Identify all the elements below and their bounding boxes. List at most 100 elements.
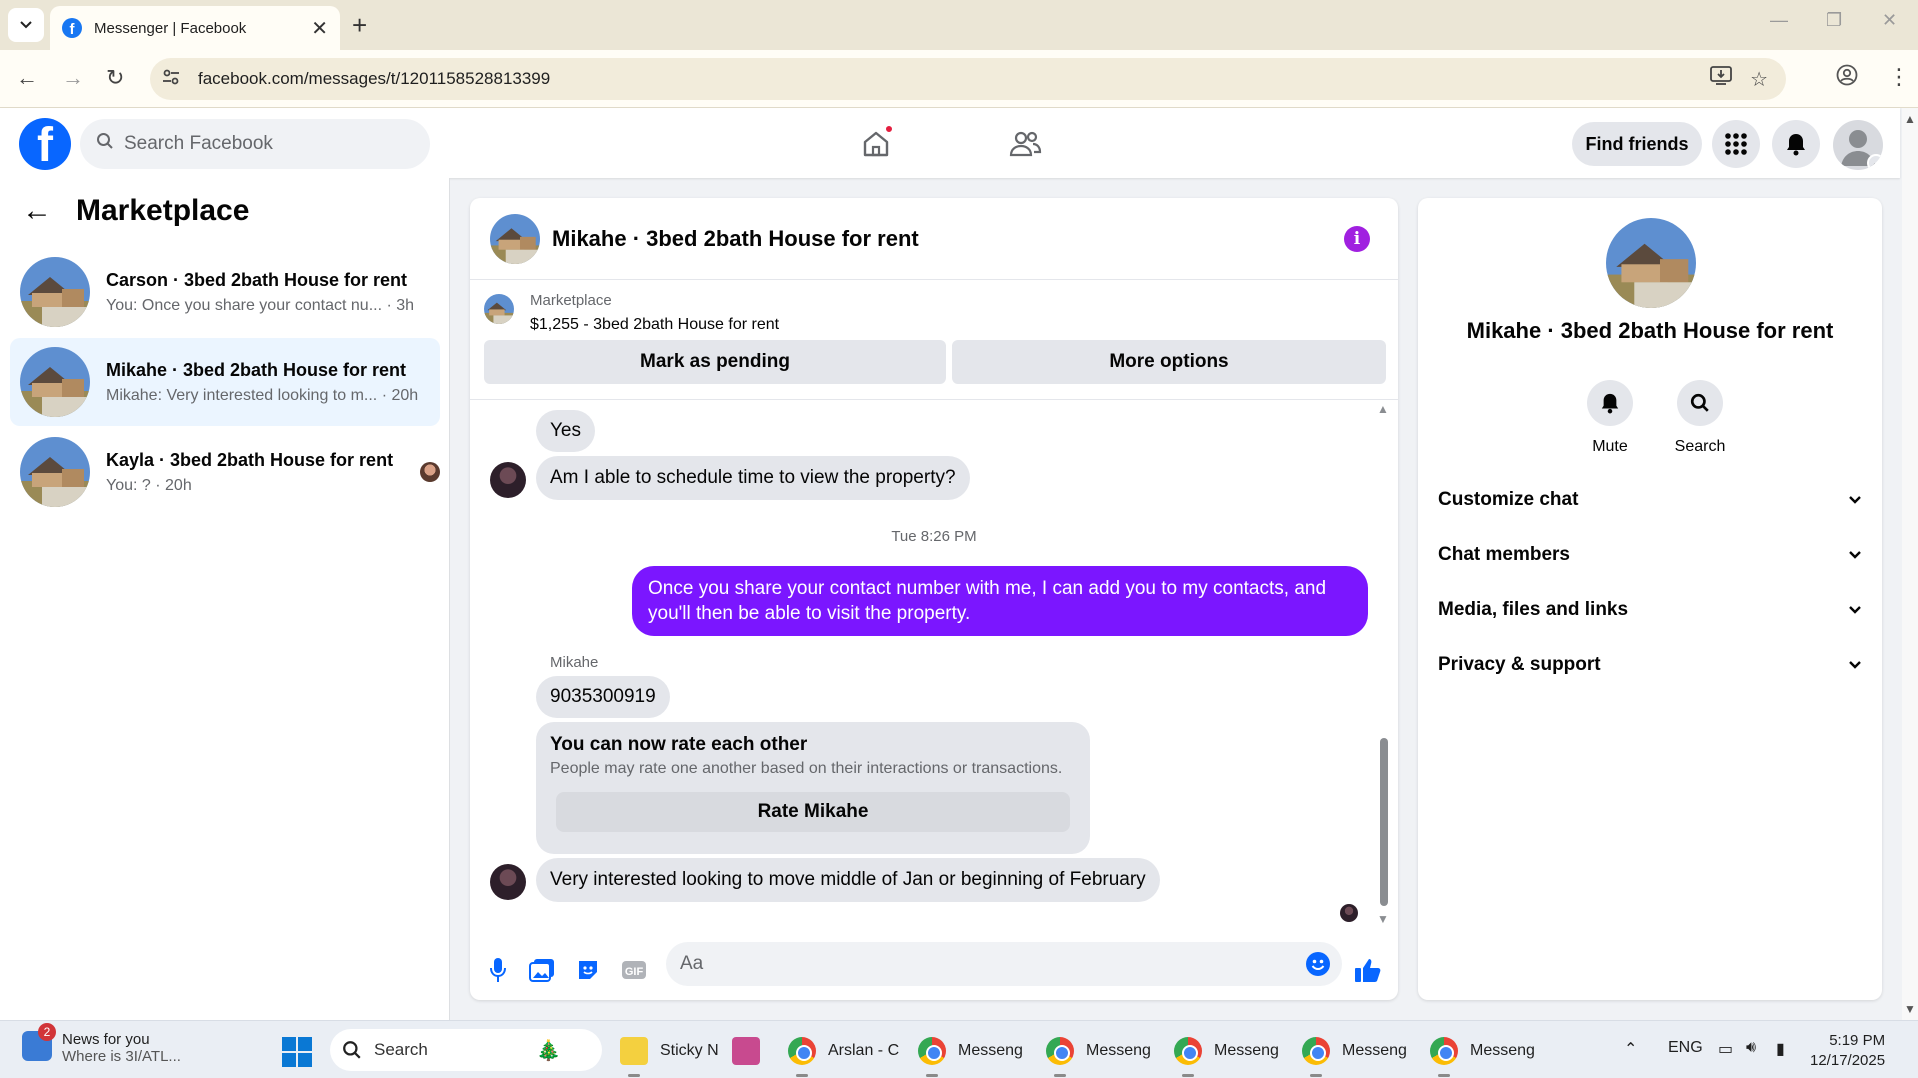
conversation-carson[interactable]: Carson · 3bed 2bath House for rent You: … bbox=[10, 248, 440, 336]
facebook-favicon-icon: f bbox=[62, 18, 82, 38]
conversation-time: · 20h bbox=[381, 386, 419, 404]
scrollbar-thumb[interactable] bbox=[1380, 738, 1388, 906]
forward-icon[interactable]: → bbox=[62, 65, 84, 91]
scroll-up-icon[interactable]: ▲ bbox=[1904, 112, 1916, 126]
scroll-down-icon[interactable]: ▼ bbox=[1377, 912, 1389, 926]
page-scrollbar[interactable]: ▲ ▼ bbox=[1902, 108, 1918, 1020]
home-nav[interactable] bbox=[854, 122, 898, 166]
more-menu-icon[interactable]: ⋮ bbox=[1888, 64, 1910, 90]
battery-icon[interactable]: ▮ bbox=[1776, 1039, 1785, 1059]
grid-menu-icon bbox=[1725, 133, 1747, 155]
tab-title: Messenger | Facebook bbox=[94, 19, 247, 37]
sticker-icon[interactable] bbox=[574, 956, 602, 984]
bell-icon bbox=[1787, 134, 1805, 156]
facebook-search-input[interactable]: Search Facebook bbox=[80, 119, 430, 169]
message-scrollbar[interactable]: ▲ ▼ bbox=[1376, 400, 1390, 928]
news-widget[interactable]: 2 News for you Where is 3I/ATL... bbox=[22, 1023, 181, 1065]
sender-avatar[interactable] bbox=[490, 864, 526, 900]
running-indicator bbox=[926, 1074, 938, 1077]
volume-icon[interactable]: 🔊︎ bbox=[1746, 1039, 1756, 1057]
taskbar-app-messenger-4[interactable]: Messeng bbox=[1302, 1031, 1407, 1077]
microphone-icon[interactable] bbox=[484, 956, 512, 984]
taskbar-app-messenger-1[interactable]: Messeng bbox=[918, 1031, 1023, 1077]
taskbar-app-snipping-tool[interactable] bbox=[732, 1031, 760, 1071]
chat-panel: Mikahe · 3bed 2bath House for rent i Mar… bbox=[470, 198, 1398, 1000]
scroll-down-icon[interactable]: ▼ bbox=[1904, 1002, 1916, 1016]
mark-as-pending-button[interactable]: Mark as pending bbox=[484, 340, 946, 384]
chat-house-avatar[interactable] bbox=[490, 213, 540, 264]
privacy-support-section[interactable]: Privacy & support bbox=[1438, 645, 1862, 685]
conversation-mikahe[interactable]: Mikahe · 3bed 2bath House for rent Mikah… bbox=[10, 338, 440, 426]
new-tab-icon[interactable]: + bbox=[352, 10, 367, 41]
reload-icon[interactable]: ↻ bbox=[106, 65, 124, 91]
profile-icon[interactable] bbox=[1836, 64, 1858, 92]
notifications-button[interactable] bbox=[1772, 120, 1820, 168]
friends-nav[interactable] bbox=[1003, 122, 1047, 166]
tab-search-button[interactable] bbox=[8, 8, 44, 42]
tray-overflow-icon[interactable]: ⌃ bbox=[1624, 1039, 1637, 1059]
minimize-icon[interactable]: — bbox=[1770, 10, 1788, 31]
message-bubble: Very interested looking to move middle o… bbox=[536, 858, 1160, 902]
taskbar-app-chrome-arslan[interactable]: Arslan - C bbox=[788, 1031, 899, 1077]
search-icon bbox=[96, 132, 114, 156]
windows-start-icon[interactable] bbox=[282, 1037, 312, 1067]
search-placeholder: Search Facebook bbox=[124, 133, 273, 154]
app-label: Messeng bbox=[1342, 1042, 1407, 1059]
profile-house-avatar[interactable] bbox=[1606, 218, 1696, 308]
conversation-preview: You: Once you share your contact nu... bbox=[106, 296, 383, 314]
app-label: Sticky N bbox=[660, 1042, 719, 1059]
language-indicator[interactable]: ENG bbox=[1668, 1039, 1703, 1057]
menu-button[interactable] bbox=[1712, 120, 1760, 168]
bookmark-star-icon[interactable]: ☆ bbox=[1750, 67, 1768, 92]
taskbar-app-messenger-2[interactable]: Messeng bbox=[1046, 1031, 1151, 1077]
restore-icon[interactable]: ❐ bbox=[1826, 10, 1842, 31]
find-friends-button[interactable]: Find friends bbox=[1572, 122, 1702, 166]
message-input[interactable]: Aa bbox=[666, 942, 1342, 986]
address-bar[interactable]: facebook.com/messages/t/1201158528813399… bbox=[150, 58, 1786, 100]
app-label: Messeng bbox=[1470, 1042, 1535, 1059]
facebook-logo-icon[interactable]: f bbox=[19, 118, 71, 170]
taskbar-app-messenger-3[interactable]: Messeng bbox=[1174, 1031, 1279, 1077]
account-avatar[interactable]: ⌄ bbox=[1833, 120, 1883, 170]
listing-price-title[interactable]: $1,255 - 3bed 2bath House for rent bbox=[530, 316, 779, 334]
chevron-down-icon bbox=[1849, 551, 1861, 559]
conversation-kayla[interactable]: Kayla · 3bed 2bath House for rent You: ?… bbox=[10, 428, 440, 516]
rate-button[interactable]: Rate Mikahe bbox=[556, 792, 1070, 832]
site-info-icon[interactable] bbox=[162, 69, 184, 90]
search-action[interactable]: Search bbox=[1660, 380, 1740, 456]
running-indicator bbox=[628, 1074, 640, 1077]
rating-description: People may rate one another based on the… bbox=[550, 760, 1063, 777]
install-app-icon[interactable] bbox=[1710, 66, 1732, 92]
back-arrow-icon[interactable]: ← bbox=[22, 194, 52, 228]
media-files-links-section[interactable]: Media, files and links bbox=[1438, 590, 1862, 630]
sender-avatar[interactable] bbox=[490, 462, 526, 498]
more-options-button[interactable]: More options bbox=[952, 340, 1386, 384]
taskbar-app-sticky-notes[interactable]: Sticky N bbox=[620, 1031, 719, 1077]
chat-title[interactable]: Mikahe · 3bed 2bath House for rent bbox=[552, 226, 919, 252]
info-icon[interactable]: i bbox=[1344, 226, 1370, 252]
mute-label: Mute bbox=[1592, 438, 1628, 455]
rating-card: You can now rate each other People may r… bbox=[536, 722, 1090, 854]
taskbar-search[interactable]: Search 🎄 bbox=[330, 1029, 602, 1071]
like-thumb-icon[interactable] bbox=[1354, 956, 1382, 984]
customize-chat-section[interactable]: Customize chat bbox=[1438, 480, 1862, 520]
taskbar-app-messenger-5[interactable]: Messeng bbox=[1430, 1031, 1535, 1077]
message-bubble: Am I able to schedule time to view the p… bbox=[536, 456, 970, 500]
chat-members-section[interactable]: Chat members bbox=[1438, 535, 1862, 575]
emoji-icon[interactable] bbox=[1306, 952, 1330, 976]
snipping-tool-icon bbox=[732, 1037, 760, 1065]
message-list: Yes Am I able to schedule time to view t… bbox=[470, 400, 1398, 928]
close-window-icon[interactable]: ✕ bbox=[1882, 10, 1897, 31]
close-tab-icon[interactable]: ✕ bbox=[311, 16, 328, 41]
browser-tabstrip: f Messenger | Facebook ✕ + — ❐ ✕ bbox=[0, 0, 1918, 50]
network-icon[interactable]: ▭ bbox=[1718, 1039, 1733, 1059]
system-clock[interactable]: 5:19 PM 12/17/2025 bbox=[1810, 1031, 1885, 1071]
mute-action[interactable]: Mute bbox=[1570, 380, 1650, 456]
url-text: facebook.com/messages/t/1201158528813399 bbox=[198, 69, 551, 88]
photo-icon[interactable] bbox=[528, 956, 556, 984]
scroll-up-icon[interactable]: ▲ bbox=[1377, 402, 1389, 416]
gif-icon[interactable]: GIF bbox=[620, 956, 648, 984]
browser-tab[interactable]: f Messenger | Facebook ✕ bbox=[50, 6, 340, 50]
listing-thumbnail[interactable] bbox=[484, 294, 514, 324]
back-icon[interactable]: ← bbox=[16, 65, 38, 91]
